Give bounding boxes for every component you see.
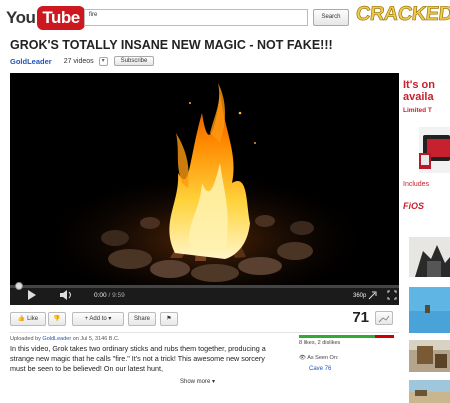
logo-you-text: You — [6, 8, 36, 27]
seen-on-label: As Seen On: — [307, 355, 339, 361]
share-button[interactable]: Share — [128, 312, 156, 326]
volume-icon[interactable] — [60, 290, 74, 302]
like-button[interactable]: 👍 Like — [10, 312, 46, 326]
thumbnail-image — [409, 340, 450, 372]
related-video-thumbnail[interactable] — [409, 287, 450, 333]
popout-icon[interactable] — [368, 290, 378, 302]
stats-icon — [378, 315, 390, 323]
rating-bar — [299, 335, 394, 338]
show-more-button[interactable]: Show more ▾ — [180, 378, 215, 385]
seen-on: 👁 As Seen On: — [299, 355, 338, 361]
channel-row: GoldLeader 27 videos ▾ Subscribe — [10, 55, 155, 67]
ad-includes: Includes — [403, 181, 430, 188]
ad-device-image — [419, 127, 450, 173]
view-count: 71 — [352, 309, 369, 326]
channel-link[interactable]: GoldLeader — [10, 57, 52, 66]
likes-count: 8 likes, 2 dislikes — [299, 340, 341, 346]
related-video-thumbnail[interactable] — [409, 340, 450, 372]
sidebar-ad[interactable]: It's on availa Limited T Includes FiOS — [399, 73, 450, 245]
video-title: GROK'S TOTALLY INSANE NEW MAGIC - NOT FA… — [10, 38, 333, 52]
ad-subtitle: Limited T — [403, 107, 432, 114]
add-to-button[interactable]: + Add to ▾ — [72, 312, 124, 326]
flag-button[interactable]: ⚑ — [160, 312, 178, 326]
show-more-label: Show more — [180, 379, 211, 385]
chevron-down-icon: ▾ — [108, 316, 112, 322]
thumbnail-image — [409, 287, 450, 333]
ad-headline-line2: availa — [403, 91, 434, 103]
thumbs-down-icon: 👎 — [53, 316, 61, 322]
eye-icon: 👁 — [299, 355, 306, 361]
uploaded-prefix: Uploaded by — [10, 336, 41, 342]
time-display: 0:00 / 9:59 — [94, 290, 125, 302]
logo-tube-text: Tube — [37, 6, 85, 30]
youtube-logo[interactable]: You Tube — [6, 6, 85, 30]
current-time: 0:00 — [94, 292, 107, 299]
uploader-link[interactable]: GoldLeader — [42, 336, 71, 342]
thumbnail-image — [409, 237, 450, 277]
player-controls: 0:00 / 9:59 360p — [10, 282, 399, 305]
subscribe-button[interactable]: Subscribe — [113, 56, 155, 66]
action-bar: 👍 Like 👎 + Add to ▾ Share ⚑ 71 — [10, 309, 399, 330]
ad-brand: FiOS — [403, 201, 425, 211]
ad-headline: It's on availa — [403, 79, 435, 103]
upload-info: Uploaded by GoldLeader on Jul 5, 3146 B.… — [10, 336, 119, 342]
video-count: 27 videos — [63, 57, 94, 65]
search-button[interactable]: Search — [313, 9, 349, 26]
video-player[interactable] — [10, 73, 399, 285]
seen-on-link[interactable]: Cave 76 — [309, 366, 331, 372]
campfire-video-frame — [10, 73, 399, 285]
stats-button[interactable] — [375, 311, 393, 325]
ad-headline-line1: It's on — [403, 79, 435, 91]
progress-bar[interactable] — [10, 285, 399, 288]
header: You Tube fire Search CRACKED.com — [0, 0, 450, 34]
related-video-thumbnail[interactable] — [409, 237, 450, 277]
add-to-label: + Add to — [84, 316, 107, 322]
fullscreen-icon[interactable] — [387, 290, 397, 302]
search-input[interactable]: fire — [84, 9, 308, 26]
rating-bar-likes — [299, 335, 375, 338]
uploaded-date: on Jul 5, 3146 B.C. — [72, 336, 120, 342]
video-description: In this video, Grok takes two ordinary s… — [10, 344, 266, 373]
duration: / 9:59 — [108, 292, 125, 299]
chevron-down-icon[interactable]: ▾ — [98, 56, 108, 66]
play-icon[interactable] — [28, 290, 38, 302]
thumbs-up-icon: 👍 — [17, 316, 26, 322]
quality-selector[interactable]: 360p — [353, 290, 366, 302]
flag-icon: ⚑ — [166, 316, 172, 322]
progress-scrubber-handle[interactable] — [15, 282, 23, 290]
cracked-logo: CRACKED.com — [354, 3, 450, 26]
divider — [10, 332, 399, 333]
chevron-down-icon: ▾ — [212, 379, 216, 385]
thumbnail-image — [409, 380, 450, 403]
dislike-button[interactable]: 👎 — [48, 312, 66, 326]
related-video-thumbnail[interactable] — [409, 380, 450, 403]
like-label: Like — [27, 316, 39, 322]
